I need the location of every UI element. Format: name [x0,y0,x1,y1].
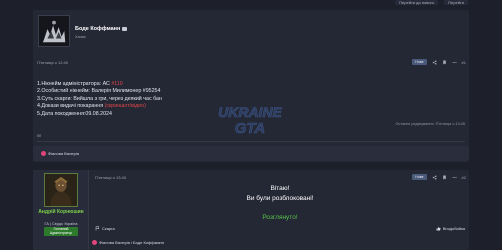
line1-red: #110 [111,81,123,87]
go-to-button[interactable]: Перейти [444,0,468,5]
top-navigation: Перейти до нового Перейти [0,0,502,6]
report-label: Скарга [102,226,115,231]
like-reaction-icon [41,151,46,156]
username[interactable]: Андрій Корнюшин [33,209,89,216]
edited-note: Останнє редагування: П'ятниця о 13:45 [395,122,465,126]
svg-text:GTA: GTA [235,120,266,137]
report-button[interactable]: Скарга [95,226,115,231]
post-2: Андрій Корнюшин ГА | Сєрдо Україна Голов… [33,170,469,250]
post-header-actions: Нове #2 [412,174,466,180]
svg-text:UKRAINE: UKRAINE [218,104,282,120]
bookmark-icon[interactable] [442,60,447,65]
share-icon[interactable] [432,60,437,65]
line1-text: 1.Нікнейм адміністратора: АС [37,81,112,87]
username-text[interactable]: Боде Коффманн [75,26,120,32]
line4-text: 4.Докази видачі покарання [37,103,105,110]
post-content: Вітаю! Ви були розблоковані! Розглянуто! [91,184,469,221]
ukraine-gta-logo: UKRAINE GTA [218,104,282,138]
more-icon[interactable] [452,60,457,65]
post-date[interactable]: П'ятниця о 13:45 [95,175,126,180]
username[interactable]: Боде Коффманн [75,26,128,32]
thumb-up-icon [436,226,441,231]
line4-red: (скриншот/відео) [104,103,146,110]
post-content: 1.Нікнейм адміністратора: АС #110 2.Особ… [37,81,162,118]
content-line-1: Вітаю! [270,185,290,192]
avatar[interactable] [38,15,70,47]
user-title: ГА | Сєрдо Україна [44,222,78,226]
flag-icon [95,226,100,231]
reactions-users[interactable]: Фіалова Валерія і Боде Коффманн [99,240,164,245]
post-number[interactable]: #2 [462,175,466,180]
bookmark-icon[interactable] [442,175,447,180]
new-badge: Нове [412,174,427,180]
post-number[interactable]: #1 [462,60,466,65]
share-icon[interactable] [432,175,437,180]
user-role: Хазяк [75,34,86,39]
new-badge: Нове [412,59,427,65]
post-small-text: Кб [37,134,42,138]
content-line-3: 3.Суть скарги: Вийшла з гри, через деяки… [37,95,162,102]
like-reaction-icon [92,240,97,245]
content-line-2: Ви були розблоковані! [246,195,314,202]
post-date[interactable]: П'ятниця о 12:40 [37,60,68,65]
post-header-actions: Нове #1 [412,59,466,65]
like-label: Вподобайка [442,226,465,231]
content-status: Розглянуто! [262,214,298,221]
reactions-users[interactable]: Фіалова Валерія [48,151,79,156]
verified-icon [122,27,128,31]
reactions-bar[interactable]: Фіалова Валерія [33,146,469,161]
reactions-bar-2[interactable]: Фіалова Валерія і Боде Коффманн [92,240,164,245]
like-button[interactable]: Вподобайка [436,226,465,231]
post-1: Боде Коффманн Хазяк П'ятниця о 12:40 Нов… [33,10,469,162]
divider [37,141,465,142]
content-line-2: 2.Особистий нікнейм: Валерія Милимонер #… [37,88,161,95]
avatar[interactable] [44,173,78,207]
content-line-5: 5.Дата покодження:09.08.2024 [37,110,112,117]
more-icon[interactable] [452,175,457,180]
content-line-4: 4.Докази видачі покарання (скриншот/віде… [37,103,162,110]
role-badge: Головний Адміністратор [44,227,78,236]
go-to-new-button[interactable]: Перейти до нового [395,0,439,5]
author-sidebar: Андрій Корнюшин ГА | Сєрдо Україна Голов… [33,170,89,250]
